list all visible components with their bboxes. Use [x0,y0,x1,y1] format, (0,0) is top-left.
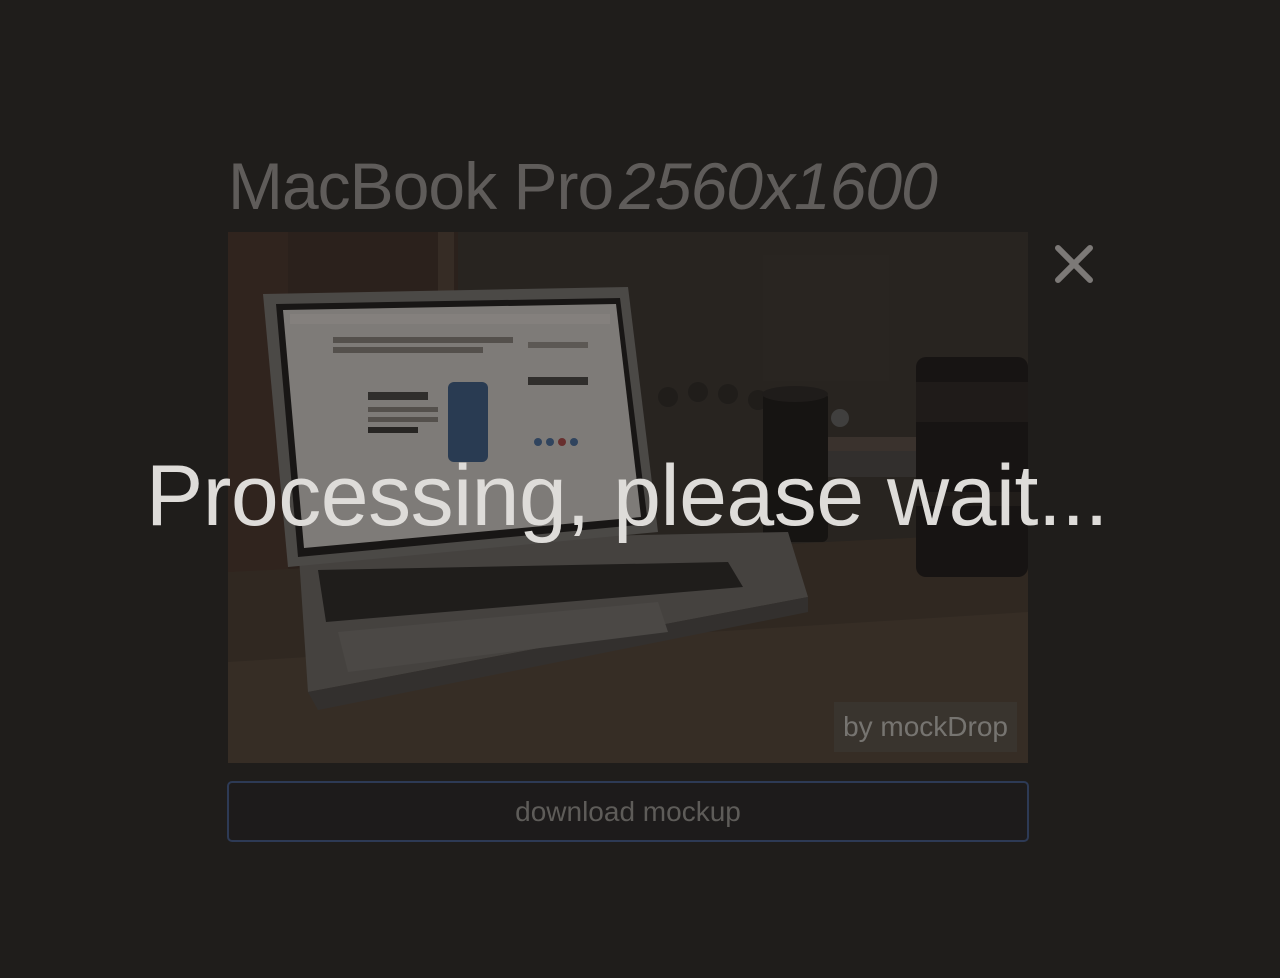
device-name: MacBook Pro [228,149,614,223]
page-title: MacBook Pro2560x1600 [228,146,1048,226]
close-icon[interactable] [1052,242,1096,286]
download-mockup-button[interactable]: download mockup [227,781,1029,842]
mockdrop-credit-badge: by mockDrop [834,702,1017,752]
processing-message: Processing, please wait... [145,448,1109,544]
device-resolution: 2560x1600 [619,149,938,223]
